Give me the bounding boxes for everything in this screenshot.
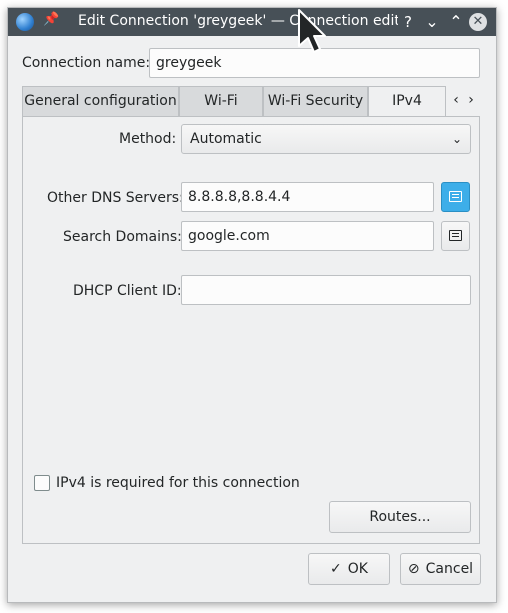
list-edit-icon [449, 191, 462, 202]
tab-label: IPv4 [392, 93, 422, 109]
tab-label: Wi-Fi Security [267, 93, 364, 109]
connection-name-label: Connection name: [22, 55, 151, 71]
tab-bar: General configuration Wi-Fi Wi-Fi Securi… [22, 86, 482, 117]
dns-servers-label: Other DNS Servers: [47, 190, 184, 206]
tab-label: General configuration [24, 93, 177, 109]
mouse-pointer-icon [298, 9, 326, 53]
chevron-down-icon: ⌄ [451, 132, 462, 146]
method-select[interactable]: Automatic ⌄ [181, 124, 471, 154]
dns-servers-edit-button[interactable] [441, 182, 470, 212]
ipv4-required-label: IPv4 is required for this connection [56, 475, 300, 491]
cancel-button[interactable]: ⊘ Cancel [400, 553, 481, 585]
help-button[interactable]: ? [397, 11, 419, 33]
pin-icon[interactable]: 📌 [43, 12, 59, 27]
list-edit-icon [449, 230, 462, 241]
method-label: Method: [119, 131, 177, 147]
tab-scroll-left-icon[interactable]: ‹ [449, 92, 463, 108]
network-globe-icon[interactable] [16, 13, 34, 31]
check-icon: ✓ [330, 561, 342, 577]
ok-button[interactable]: ✓ OK [308, 553, 390, 585]
search-domains-label: Search Domains: [63, 229, 182, 245]
ok-button-label: OK [347, 561, 368, 577]
ipv4-required-checkbox[interactable] [34, 475, 50, 491]
close-button[interactable]: ✕ [469, 13, 487, 31]
search-domains-edit-button[interactable] [441, 221, 470, 251]
search-domains-input[interactable] [181, 221, 434, 251]
cancel-icon: ⊘ [407, 561, 420, 577]
tab-wifi-security[interactable]: Wi-Fi Security [263, 86, 368, 116]
connection-editor-window: 📌 Edit Connection 'greygeek' — Connectio… [7, 7, 497, 603]
dhcp-client-id-input[interactable] [181, 275, 471, 305]
tab-label: Wi-Fi [204, 93, 238, 109]
tab-ipv4[interactable]: IPv4 [368, 86, 446, 117]
title-bar[interactable]: 📌 Edit Connection 'greygeek' — Connectio… [8, 8, 496, 36]
tab-wifi[interactable]: Wi-Fi [179, 86, 263, 116]
method-value: Automatic [190, 131, 262, 147]
dhcp-client-id-label: DHCP Client ID: [73, 283, 182, 299]
dns-servers-input[interactable] [181, 182, 434, 212]
tab-scroll-right-icon[interactable]: › [464, 92, 478, 108]
window-title: Edit Connection 'greygeek' — Connection … [78, 13, 398, 29]
cancel-button-label: Cancel [425, 561, 474, 577]
maximize-button[interactable]: ⌃ [445, 11, 467, 33]
tab-general-configuration[interactable]: General configuration [22, 86, 179, 116]
routes-button[interactable]: Routes... [329, 501, 471, 533]
minimize-button[interactable]: ⌄ [421, 11, 443, 33]
routes-button-label: Routes... [369, 509, 431, 525]
